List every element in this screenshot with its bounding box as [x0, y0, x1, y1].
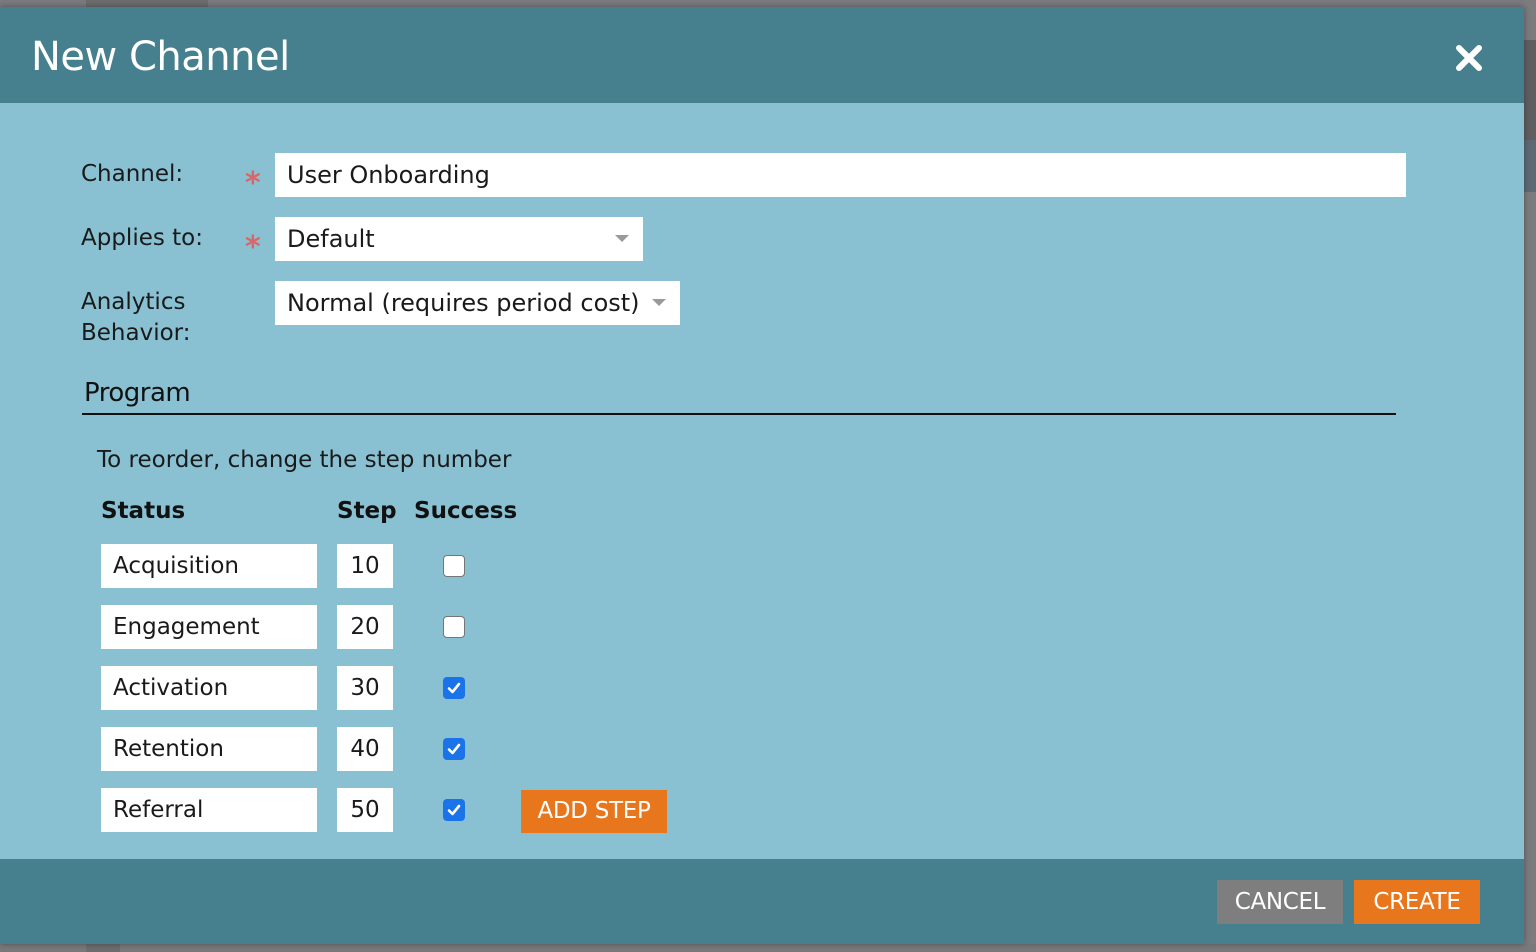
- cancel-button[interactable]: CANCEL: [1217, 880, 1343, 924]
- step-number-input[interactable]: [337, 666, 393, 710]
- applies-to-select[interactable]: Default: [275, 217, 643, 261]
- dialog-footer: CANCEL CREATE: [0, 859, 1524, 944]
- checkmark-icon: [447, 804, 461, 816]
- status-input[interactable]: [101, 544, 317, 588]
- dialog-title: New Channel: [31, 34, 290, 80]
- channel-label: Channel:: [81, 161, 184, 187]
- dialog-header: New Channel: [0, 7, 1524, 103]
- success-checkbox[interactable]: [443, 677, 465, 699]
- required-asterisk-icon: *: [245, 166, 261, 201]
- success-checkbox[interactable]: [443, 738, 465, 760]
- checkmark-icon: [447, 682, 461, 694]
- reorder-hint: To reorder, change the step number: [97, 447, 512, 473]
- analytics-behavior-select[interactable]: Normal (requires period cost): [275, 281, 680, 325]
- program-section-title: Program: [84, 378, 191, 408]
- status-input[interactable]: [101, 605, 317, 649]
- backdrop-segment: [1524, 140, 1536, 192]
- applies-to-label: Applies to:: [81, 225, 203, 251]
- step-number-input[interactable]: [337, 605, 393, 649]
- status-input[interactable]: [101, 727, 317, 771]
- backdrop-bottom: [0, 944, 1536, 952]
- analytics-behavior-label: Analytics Behavior:: [81, 287, 190, 349]
- close-icon: [1456, 45, 1482, 71]
- section-divider: [82, 413, 1396, 415]
- backdrop-right: [1524, 0, 1536, 952]
- step-number-input[interactable]: [337, 788, 393, 832]
- analytics-behavior-value: Normal (requires period cost): [287, 289, 640, 317]
- channel-input[interactable]: [275, 153, 1406, 197]
- chevron-down-icon: [615, 235, 629, 242]
- status-input[interactable]: [101, 666, 317, 710]
- checkmark-icon: [447, 743, 461, 755]
- backdrop-segment: [1524, 40, 1536, 140]
- step-number-input[interactable]: [337, 544, 393, 588]
- status-input[interactable]: [101, 788, 317, 832]
- backdrop-tab: [86, 0, 208, 7]
- success-checkbox[interactable]: [443, 555, 465, 577]
- step-number-input[interactable]: [337, 727, 393, 771]
- new-channel-dialog: New Channel Channel: * Applies to: * Def…: [0, 7, 1524, 944]
- analytics-behavior-label-line2: Behavior:: [81, 320, 191, 346]
- backdrop-tab: [86, 944, 120, 952]
- close-button[interactable]: [1452, 41, 1486, 75]
- required-asterisk-icon: *: [245, 230, 261, 265]
- success-checkbox[interactable]: [443, 616, 465, 638]
- step-column-header: Step: [337, 498, 397, 524]
- add-step-button[interactable]: ADD STEP: [521, 790, 667, 833]
- create-button[interactable]: CREATE: [1354, 880, 1480, 924]
- success-checkbox[interactable]: [443, 799, 465, 821]
- applies-to-value: Default: [287, 225, 375, 253]
- backdrop-top: [0, 0, 1536, 7]
- analytics-behavior-label-line1: Analytics: [81, 289, 186, 315]
- status-column-header: Status: [101, 498, 186, 524]
- success-column-header: Success: [414, 498, 518, 524]
- chevron-down-icon: [652, 299, 666, 306]
